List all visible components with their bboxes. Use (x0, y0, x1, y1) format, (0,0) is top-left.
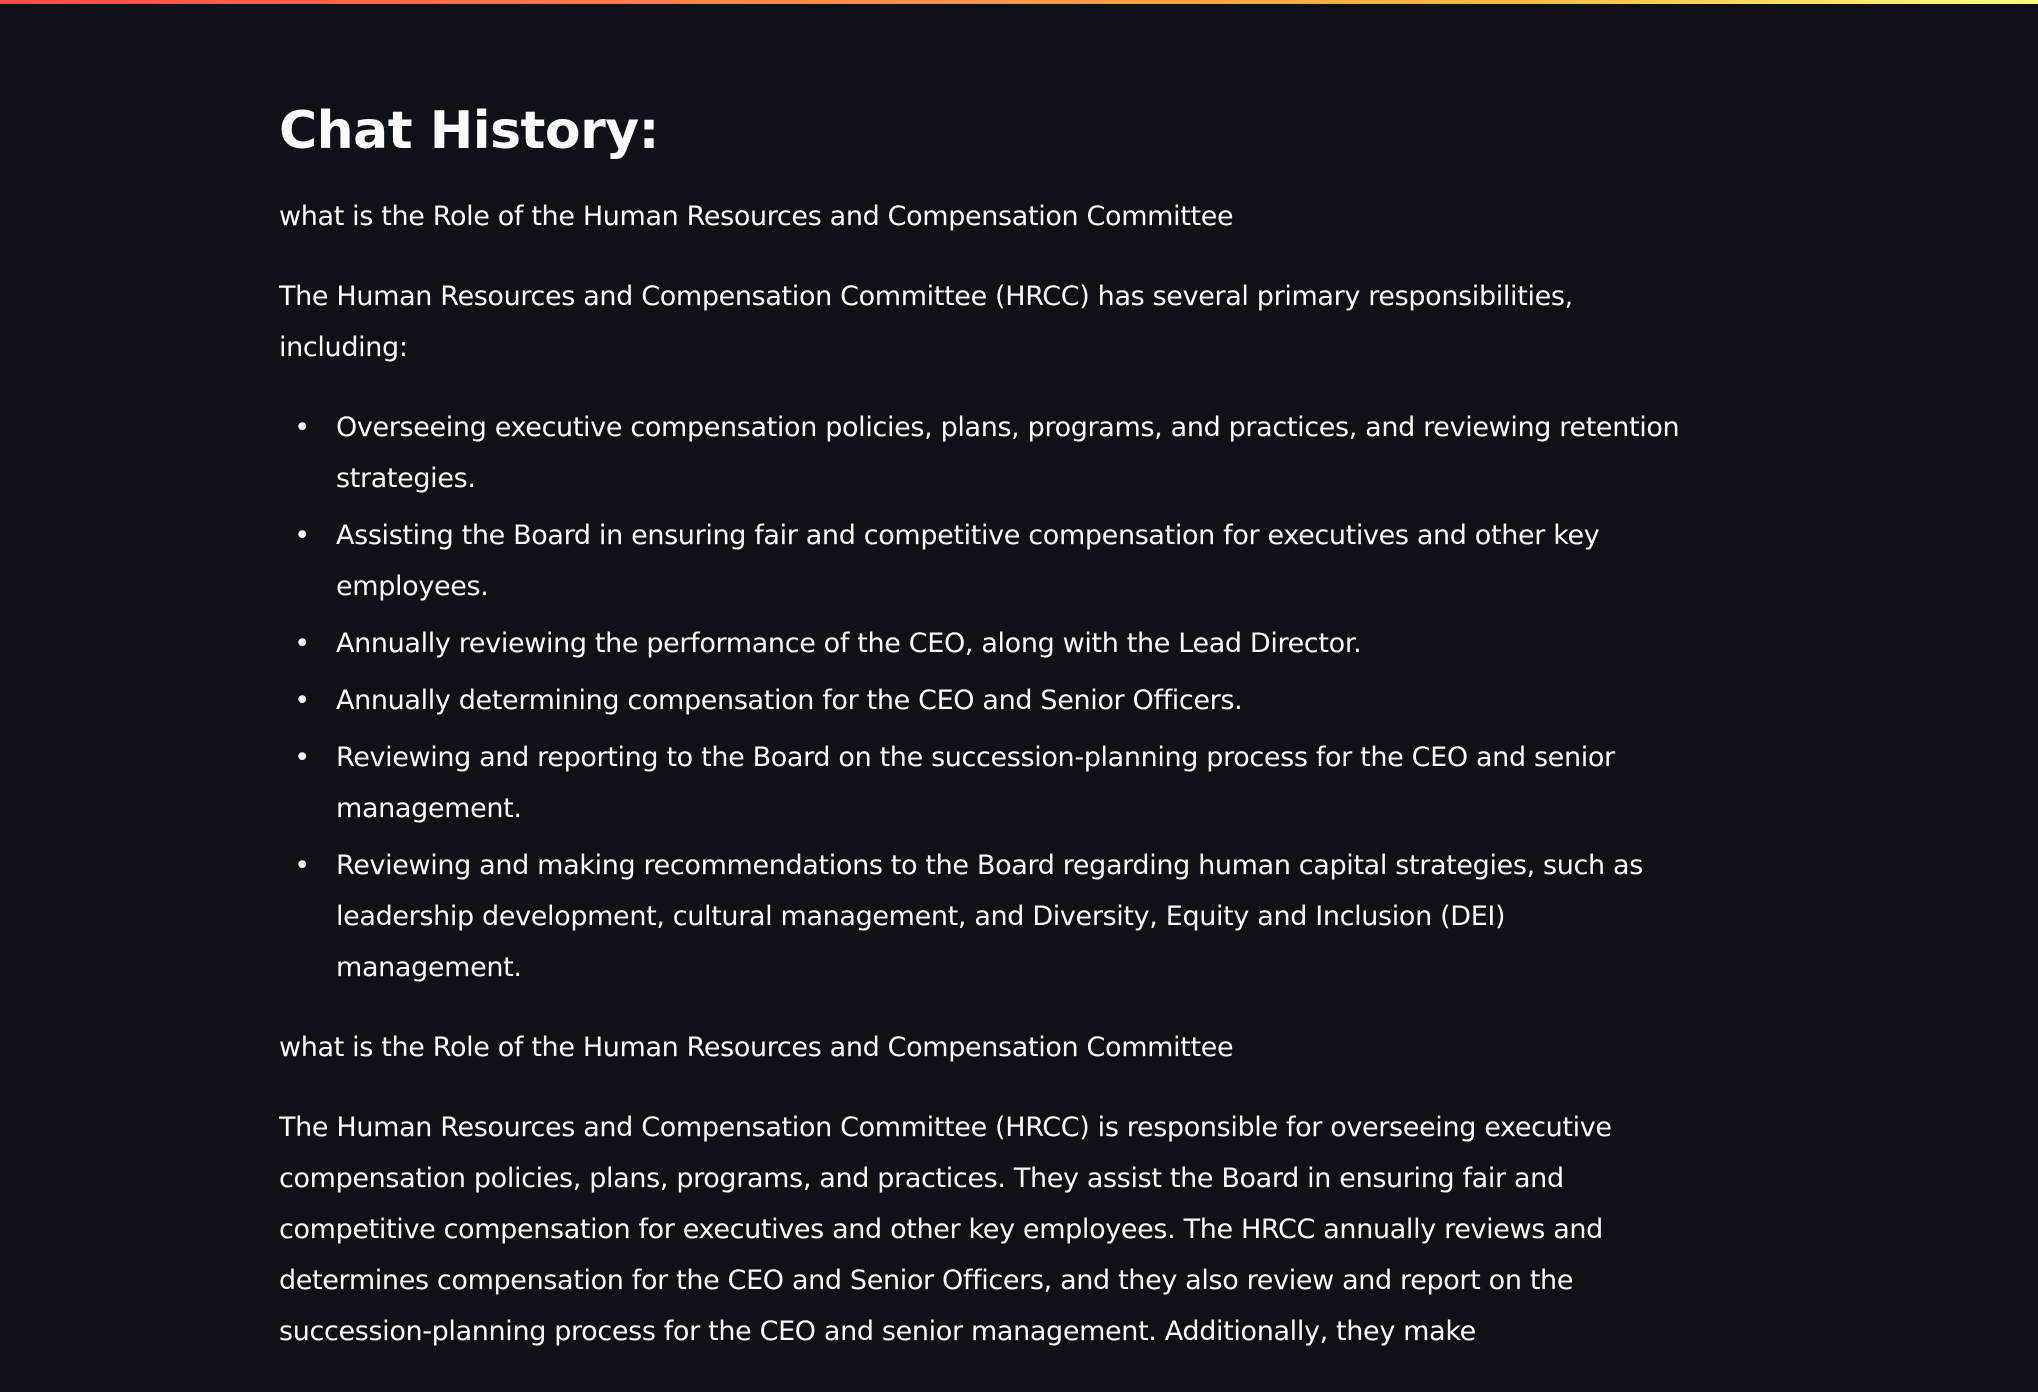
assistant-message: The Human Resources and Compensation Com… (279, 1102, 1689, 1357)
responsibility-list: • Overseeing executive compensation poli… (279, 402, 1689, 993)
list-item-text: Reviewing and making recommendations to … (336, 850, 1643, 983)
bullet-icon: • (294, 850, 310, 881)
user-message-text: what is the Role of the Human Resources … (279, 201, 1234, 232)
list-item: • Reviewing and reporting to the Board o… (294, 732, 1689, 834)
bullet-icon: • (294, 412, 310, 443)
list-item: • Annually reviewing the performance of … (294, 618, 1689, 669)
assistant-message-intro: The Human Resources and Compensation Com… (279, 281, 1573, 363)
bullet-icon: • (294, 685, 310, 716)
list-item-text: Annually determining compensation for th… (336, 685, 1243, 716)
user-message-text: what is the Role of the Human Resources … (279, 1032, 1234, 1063)
assistant-message: The Human Resources and Compensation Com… (279, 271, 1689, 993)
page-title: Chat History: (279, 101, 659, 161)
list-item: • Assisting the Board in ensuring fair a… (294, 510, 1689, 612)
user-message: what is the Role of the Human Resources … (279, 191, 1689, 242)
app-header-decoration (0, 0, 2038, 4)
assistant-message-text: The Human Resources and Compensation Com… (279, 1112, 1612, 1347)
list-item-text: Overseeing executive compensation polici… (336, 412, 1680, 494)
bullet-icon: • (294, 628, 310, 659)
list-item-text: Reviewing and reporting to the Board on … (336, 742, 1615, 824)
bullet-icon: • (294, 742, 310, 773)
list-item: • Annually determining compensation for … (294, 675, 1689, 726)
list-item-text: Annually reviewing the performance of th… (336, 628, 1362, 659)
main-content: Chat History: what is the Role of the Hu… (279, 95, 1689, 1386)
user-message: what is the Role of the Human Resources … (279, 1022, 1689, 1073)
list-item: • Overseeing executive compensation poli… (294, 402, 1689, 504)
list-item: • Reviewing and making recommendations t… (294, 840, 1689, 993)
list-item-text: Assisting the Board in ensuring fair and… (336, 520, 1600, 602)
bullet-icon: • (294, 520, 310, 551)
chat-history: what is the Role of the Human Resources … (279, 191, 1689, 1357)
